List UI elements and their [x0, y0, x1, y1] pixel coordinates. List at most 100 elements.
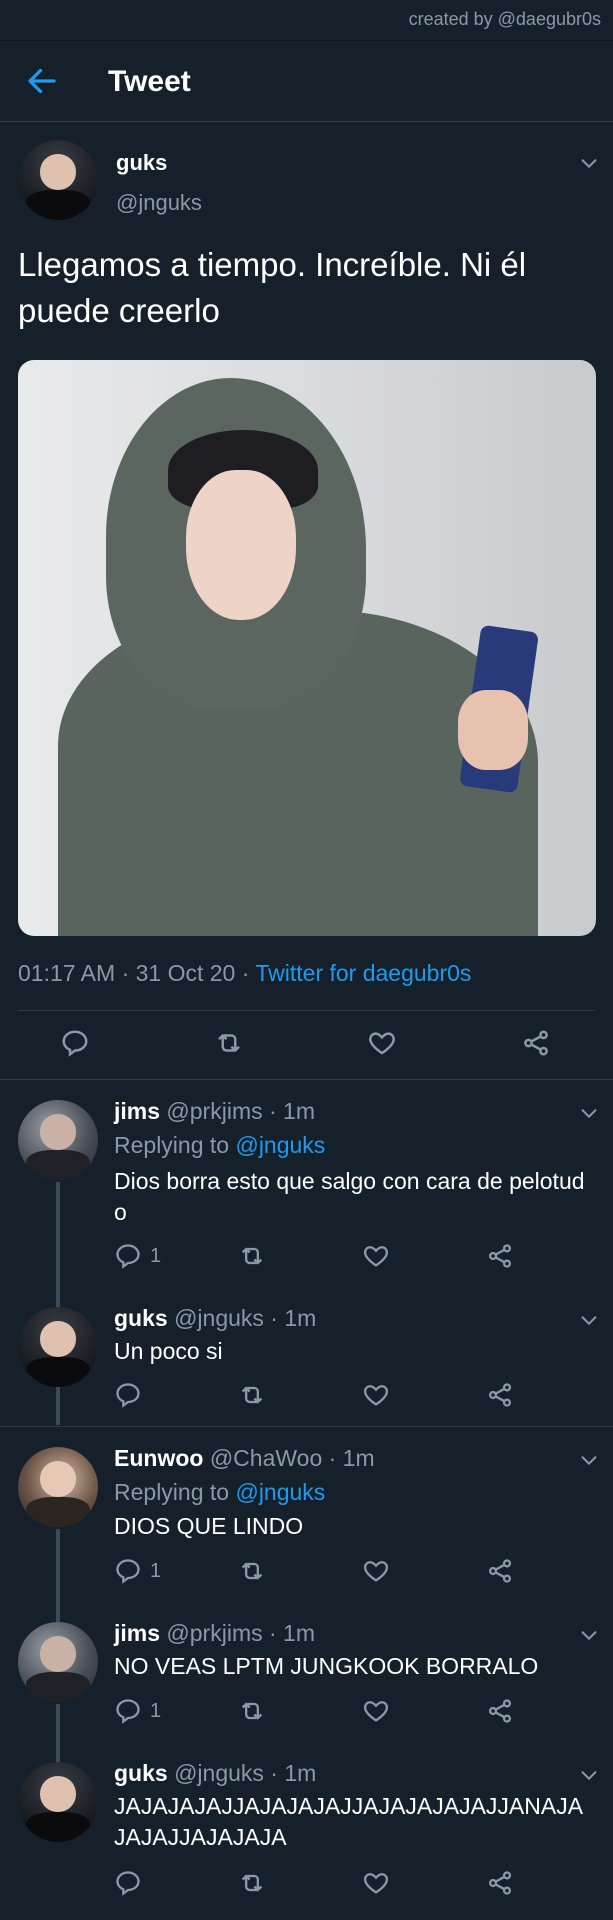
replying-to: Replying to @jnguks [114, 1479, 325, 1506]
reply-button[interactable]: 1 [114, 1697, 161, 1725]
like-button[interactable] [362, 1381, 390, 1409]
reply-count: 1 [150, 1699, 162, 1722]
author-name[interactable]: jims [114, 1620, 160, 1646]
retweet-icon [241, 1386, 263, 1404]
share-button[interactable] [486, 1869, 514, 1897]
arrow-left-icon[interactable] [24, 63, 60, 99]
author-name[interactable]: guks [116, 150, 167, 176]
reply-tweet[interactable]: Eunwoo @ChaWoo · 1m Replying to @jnguks … [0, 1427, 613, 1659]
reply-text: DIOS QUE LINDO [114, 1513, 304, 1539]
author-handle-time: @prkjims · 1m [160, 1620, 315, 1646]
tweet-text: Llegamos a tiempo. Increíble. Ni él pued… [18, 246, 527, 329]
retweet-button[interactable] [238, 1557, 266, 1585]
author-name[interactable]: Eunwoo [114, 1445, 203, 1471]
share-icon [524, 1030, 548, 1056]
tweet-photo[interactable] [18, 360, 596, 936]
share-icon [488, 1699, 512, 1723]
author-name[interactable]: jims [114, 1098, 160, 1124]
reply-text: NO VEAS LPTM JUNGKOOK BORRALO [114, 1653, 539, 1679]
retweet-button[interactable] [238, 1869, 266, 1897]
reply-icon [116, 1871, 140, 1896]
reply-text: JAJAJAJAJJAJAJAJAJJAJAJAJAJAJJANAJAJAJAJ… [114, 1793, 584, 1850]
reply-header: jims @prkjims · 1m [114, 1098, 315, 1125]
chevron-down-icon[interactable] [578, 1309, 600, 1331]
reply-header: Eunwoo @ChaWoo · 1m [114, 1445, 375, 1472]
avatar[interactable] [18, 1307, 98, 1387]
tweet-source-link[interactable]: Twitter for daegubr0s [255, 960, 471, 986]
reply-header: guks @jnguks · 1m [114, 1305, 316, 1332]
tweet-timestamp: 01:17 AM · 31 Oct 20 · [18, 960, 256, 986]
heart-icon [363, 1701, 389, 1722]
share-button[interactable] [486, 1697, 514, 1725]
heart-icon [369, 1032, 395, 1055]
share-button[interactable] [486, 1242, 514, 1270]
reply-icon [116, 1699, 140, 1724]
chevron-down-icon[interactable] [578, 1624, 600, 1646]
reply-button[interactable] [114, 1381, 142, 1409]
share-icon [488, 1871, 512, 1895]
author-handle-time: @jnguks · 1m [167, 1760, 317, 1786]
like-button[interactable] [362, 1869, 390, 1897]
reply-count: 1 [150, 1559, 162, 1582]
reply-button[interactable]: 1 [114, 1242, 161, 1270]
reply-tweet[interactable]: guks @jnguks · 1m JAJAJAJAJJAJAJAJAJJAJA… [0, 1742, 613, 1920]
avatar[interactable] [18, 1100, 98, 1180]
reply-icon [62, 1030, 88, 1057]
retweet-icon [241, 1562, 263, 1580]
avatar[interactable] [18, 140, 98, 220]
reply-text: Un poco si [114, 1338, 223, 1364]
avatar[interactable] [18, 1622, 98, 1702]
share-icon [488, 1383, 512, 1407]
reply-button[interactable] [114, 1869, 142, 1897]
author-handle-time: @jnguks · 1m [167, 1305, 317, 1331]
replying-to-label: Replying to [114, 1132, 236, 1158]
chevron-down-icon[interactable] [578, 1449, 600, 1471]
retweet-button[interactable] [238, 1242, 266, 1270]
like-button[interactable] [362, 1242, 390, 1270]
chevron-down-icon[interactable] [578, 1764, 600, 1786]
reply-icon [116, 1383, 140, 1408]
reply-icon [116, 1559, 140, 1584]
reply-header: guks @jnguks · 1m [114, 1760, 316, 1787]
author-name[interactable]: guks [114, 1305, 168, 1331]
share-icon [488, 1244, 512, 1268]
reply-button[interactable]: 1 [114, 1557, 161, 1585]
retweet-icon [241, 1702, 263, 1720]
retweet-button[interactable] [214, 1028, 244, 1058]
share-icon [488, 1559, 512, 1583]
reply-actions [0, 1381, 613, 1421]
author-name[interactable]: guks [114, 1760, 168, 1786]
tweet-meta: 01:17 AM · 31 Oct 20 · Twitter for daegu… [18, 960, 471, 987]
share-button[interactable] [486, 1381, 514, 1409]
like-button[interactable] [362, 1557, 390, 1585]
share-button[interactable] [486, 1557, 514, 1585]
like-button[interactable] [362, 1697, 390, 1725]
reply-actions [0, 1869, 613, 1909]
replying-to-link[interactable]: @jnguks [235, 1132, 325, 1158]
reply-tweet[interactable]: guks @jnguks · 1m Un poco si [0, 1287, 613, 1427]
reply-icon [116, 1244, 140, 1269]
reply-actions: 1 [0, 1242, 613, 1282]
reply-actions: 1 [0, 1697, 613, 1737]
replying-to-label: Replying to [114, 1479, 236, 1505]
author-handle-time: @prkjims · 1m [160, 1098, 315, 1124]
avatar[interactable] [18, 1762, 98, 1842]
avatar[interactable] [18, 1447, 98, 1527]
share-button[interactable] [521, 1028, 551, 1058]
heart-icon [363, 1385, 389, 1406]
heart-icon [363, 1561, 389, 1582]
chevron-down-icon[interactable] [578, 152, 600, 174]
author-handle[interactable]: @jnguks [116, 190, 202, 216]
like-button[interactable] [367, 1028, 397, 1058]
retweet-button[interactable] [238, 1381, 266, 1409]
chevron-down-icon[interactable] [578, 1102, 600, 1124]
main-tweet: guks @jnguks Llegamos a tiempo. Increíbl… [0, 122, 613, 1080]
reply-text: Dios borra esto que salgo con cara de pe… [114, 1168, 585, 1225]
heart-icon [363, 1873, 389, 1894]
retweet-icon [218, 1033, 240, 1053]
retweet-icon [241, 1247, 263, 1265]
replying-to-link[interactable]: @jnguks [235, 1479, 325, 1505]
author-handle-time: @ChaWoo · 1m [203, 1445, 375, 1471]
retweet-button[interactable] [238, 1697, 266, 1725]
reply-button[interactable] [60, 1028, 90, 1058]
